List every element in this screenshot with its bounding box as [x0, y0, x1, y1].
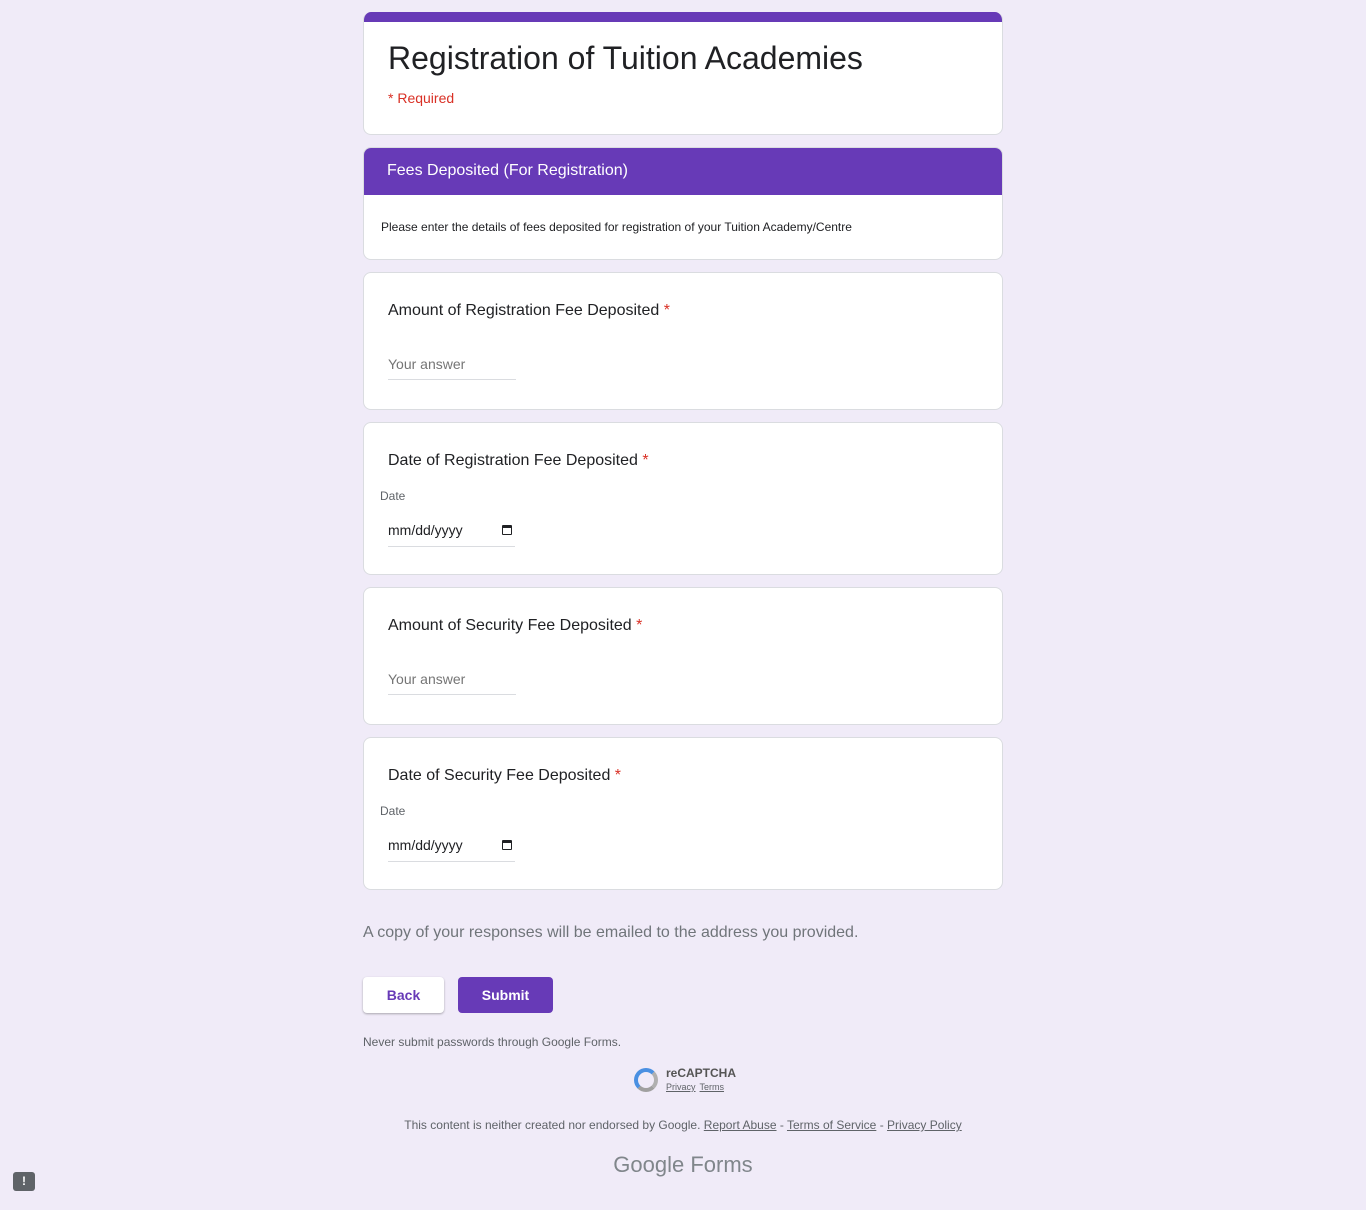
form-title: Registration of Tuition Academies: [388, 40, 863, 76]
form-header-card: Registration of Tuition Academies * Requ…: [363, 12, 1003, 135]
disclaimer-text: This content is neither created nor endo…: [404, 1118, 701, 1132]
security-fee-date-input[interactable]: mm/dd/yyyy: [388, 828, 515, 862]
registration-fee-date-input[interactable]: mm/dd/yyyy: [388, 513, 515, 547]
recaptcha-privacy-link[interactable]: Privacy: [666, 1082, 696, 1092]
date-placeholder: mm/dd/yyyy: [388, 837, 463, 853]
question-title: Amount of Security Fee Deposited *: [388, 617, 643, 634]
recaptcha-terms-link[interactable]: Terms: [700, 1082, 725, 1092]
header-accent-bar: [364, 12, 1002, 22]
recaptcha-icon: [634, 1068, 658, 1092]
date-label: Date: [380, 804, 406, 818]
submit-button[interactable]: Submit: [458, 977, 553, 1013]
question-card: Amount of Security Fee Deposited *: [363, 587, 1003, 725]
question-card: Date of Registration Fee Deposited * Dat…: [363, 422, 1003, 575]
separator: -: [779, 1118, 784, 1132]
back-button[interactable]: Back: [363, 977, 444, 1013]
password-warning: Never submit passwords through Google Fo…: [363, 1035, 622, 1049]
question-title: Date of Registration Fee Deposited *: [388, 452, 649, 469]
question-card: Date of Security Fee Deposited * Date mm…: [363, 737, 1003, 890]
required-asterisk: *: [614, 767, 622, 784]
required-asterisk: *: [663, 302, 670, 319]
section-title: Fees Deposited (For Registration): [364, 148, 1002, 195]
form-container: Registration of Tuition Academies * Requ…: [363, 12, 1003, 890]
google-forms-logo[interactable]: Google Forms: [0, 1152, 1366, 1178]
question-card: Amount of Registration Fee Deposited *: [363, 272, 1003, 410]
question-title: Amount of Registration Fee Deposited *: [388, 302, 670, 319]
footer-disclaimer: This content is neither created nor endo…: [0, 1118, 1366, 1132]
report-abuse-link[interactable]: Report Abuse: [704, 1118, 777, 1132]
required-note: * Required: [388, 90, 455, 106]
date-label: Date: [380, 489, 406, 503]
section-description: Please enter the details of fees deposit…: [381, 220, 852, 234]
date-placeholder: mm/dd/yyyy: [388, 522, 463, 538]
email-copy-note: A copy of your responses will be emailed…: [363, 924, 859, 941]
privacy-policy-link[interactable]: Privacy Policy: [887, 1118, 962, 1132]
calendar-icon[interactable]: [502, 525, 512, 535]
recaptcha-links: Privacy Terms: [666, 1082, 728, 1092]
calendar-icon[interactable]: [502, 840, 512, 850]
security-fee-amount-input[interactable]: [388, 665, 516, 695]
section-card: Fees Deposited (For Registration) Please…: [363, 147, 1003, 260]
report-feedback-icon[interactable]: !: [13, 1172, 35, 1191]
separator: -: [879, 1118, 884, 1132]
registration-fee-amount-input[interactable]: [388, 350, 516, 380]
question-title: Date of Security Fee Deposited *: [388, 767, 622, 784]
terms-of-service-link[interactable]: Terms of Service: [787, 1118, 876, 1132]
required-asterisk: *: [636, 617, 643, 634]
required-asterisk: *: [642, 452, 649, 469]
recaptcha-title: reCAPTCHA: [666, 1066, 737, 1080]
recaptcha-badge: reCAPTCHA Privacy Terms: [634, 1066, 744, 1096]
